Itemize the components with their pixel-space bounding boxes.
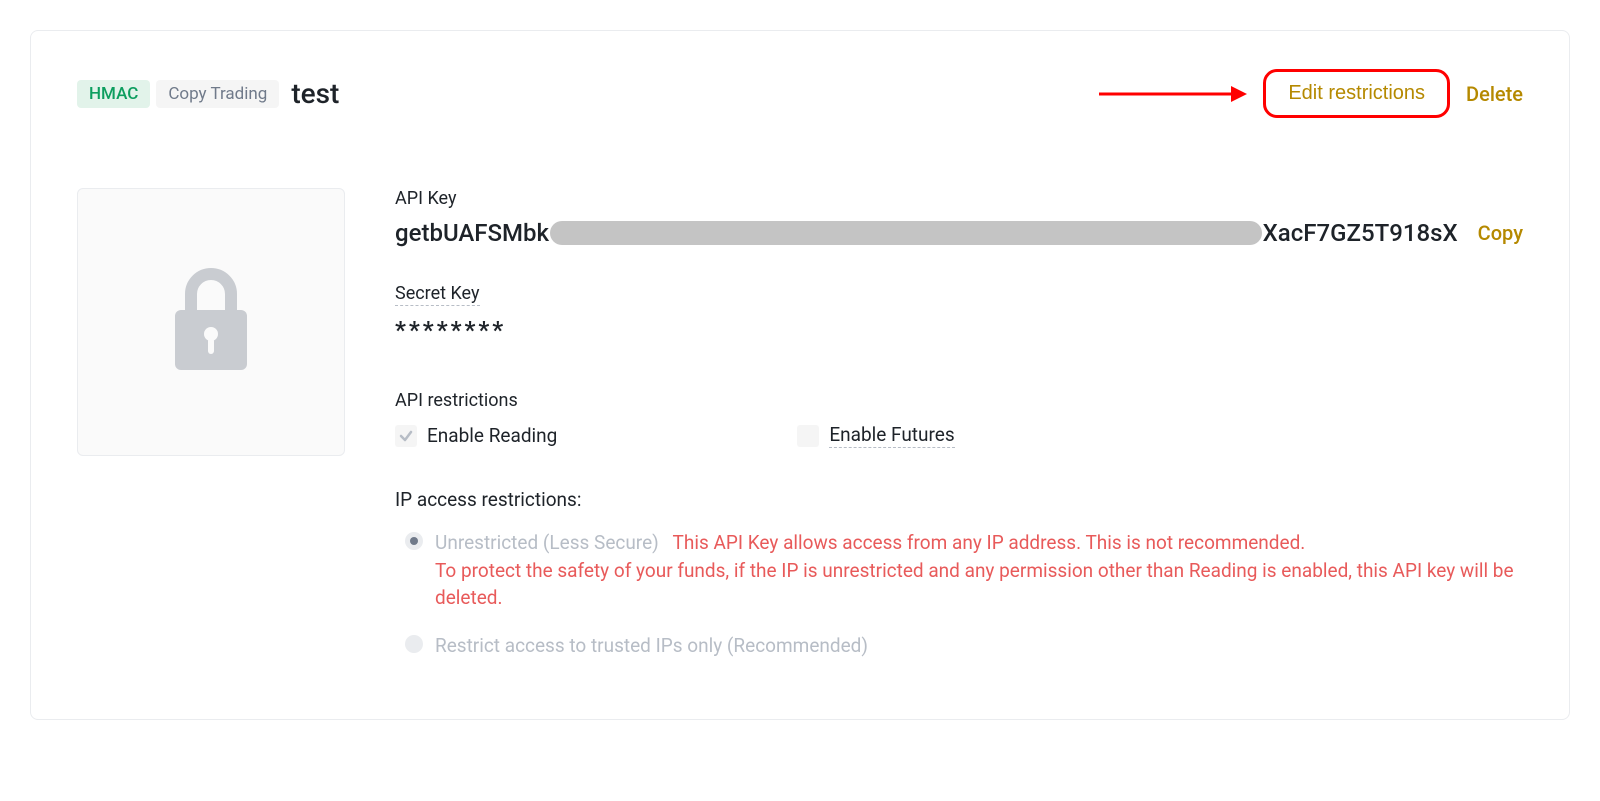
enable-futures-label: Enable Futures [829,423,954,448]
secret-key-label: Secret Key [395,283,1523,306]
api-key-masked [550,221,1262,245]
ip-unrestricted-label: Unrestricted (Less Secure) [435,531,659,554]
copy-trading-badge: Copy Trading [156,80,279,108]
details-column: API Key getbUAFSMbk XacF7GZ5T918sX Copy … [395,188,1523,669]
hmac-badge: HMAC [77,80,150,108]
body-row: API Key getbUAFSMbk XacF7GZ5T918sX Copy … [77,188,1523,669]
api-key-value: getbUAFSMbk XacF7GZ5T918sX [395,219,1458,247]
api-key-prefix: getbUAFSMbk [395,219,549,247]
ip-restrict-label: Restrict access to trusted IPs only (Rec… [435,632,868,660]
ip-restrict-row: Restrict access to trusted IPs only (Rec… [395,632,1523,660]
restrictions-row: Enable Reading Enable Futures [395,423,1523,448]
enable-futures-checkbox[interactable] [797,425,819,447]
ip-unrestricted-warning-2: To protect the safety of your funds, if … [435,559,1514,610]
arrow-callout-icon [1097,82,1247,106]
secret-key-value: ******** [395,316,1523,344]
header-right: Edit restrictions Delete [1097,69,1523,118]
ip-restrictions-title: IP access restrictions: [395,488,1523,511]
secret-key-label-text: Secret Key [395,283,480,306]
api-restrictions-title: API restrictions [395,390,1523,411]
header-left: HMAC Copy Trading test [77,77,339,110]
enable-futures-item: Enable Futures [797,423,954,448]
lock-icon [161,260,261,384]
qr-placeholder [77,188,345,456]
ip-unrestricted-radio[interactable] [405,532,423,550]
enable-reading-label: Enable Reading [427,424,557,447]
check-icon [399,429,413,443]
copy-api-key-button[interactable]: Copy [1478,221,1523,245]
ip-unrestricted-text: Unrestricted (Less Secure) This API Key … [435,529,1523,612]
delete-button[interactable]: Delete [1466,82,1523,106]
api-key-suffix: XacF7GZ5T918sX [1263,219,1458,247]
api-key-name: test [291,77,339,110]
edit-restrictions-button[interactable]: Edit restrictions [1263,69,1450,118]
api-key-row: getbUAFSMbk XacF7GZ5T918sX Copy [395,219,1523,247]
header-row: HMAC Copy Trading test Edit restrictions… [77,69,1523,118]
ip-restrict-radio[interactable] [405,635,423,653]
enable-reading-checkbox[interactable] [395,425,417,447]
enable-reading-item: Enable Reading [395,423,557,448]
api-key-label: API Key [395,188,1523,209]
ip-unrestricted-row: Unrestricted (Less Secure) This API Key … [395,529,1523,612]
ip-unrestricted-warning-1: This API Key allows access from any IP a… [673,531,1306,554]
api-key-card: HMAC Copy Trading test Edit restrictions… [30,30,1570,720]
